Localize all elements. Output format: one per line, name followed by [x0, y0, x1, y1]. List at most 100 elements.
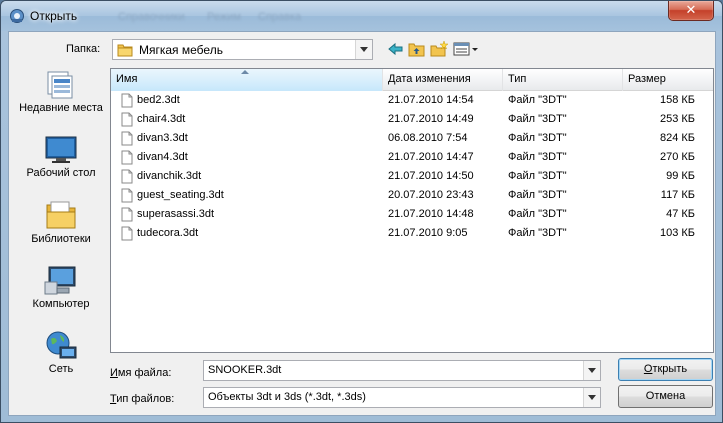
place-computer[interactable]: Компьютер [16, 264, 106, 311]
file-row[interactable]: bed2.3dt 21.07.2010 14:54 Файл "3DT" 158 КБ [111, 91, 713, 110]
file-size: 253 КБ [659, 113, 695, 125]
place-label: Недавние места [19, 102, 103, 114]
column-header-size[interactable]: Размер [623, 69, 713, 91]
file-type: Файл "3DT" [508, 132, 567, 144]
file-type: Файл "3DT" [508, 170, 567, 182]
file-type: Файл "3DT" [508, 227, 567, 239]
file-date: 21.07.2010 14:54 [388, 94, 474, 106]
file-size: 117 КБ [660, 189, 695, 201]
file-icon [121, 131, 133, 146]
file-type: Файл "3DT" [508, 113, 567, 125]
file-name: tudecora.3dt [121, 226, 198, 241]
file-name: guest_seating.3dt [121, 188, 224, 203]
place-network[interactable]: Сеть [16, 329, 106, 376]
open-dialog-window: Открыть Справочники Режим Справка ✕ Папк… [0, 0, 723, 423]
file-date: 20.07.2010 23:43 [388, 189, 474, 201]
filetype-value: Объекты 3dt и 3ds (*.3dt, *.3ds) [208, 391, 366, 403]
file-size: 103 КБ [659, 227, 695, 239]
file-size: 47 КБ [666, 208, 695, 220]
back-arrow-icon[interactable] [387, 41, 405, 57]
place-label: Сеть [48, 363, 74, 375]
recent-places-icon [47, 71, 73, 99]
place-label: Библиотеки [31, 233, 91, 245]
file-type: Файл "3DT" [508, 94, 567, 106]
view-menu-icon[interactable] [453, 41, 479, 57]
file-date: 21.07.2010 9:05 [388, 227, 468, 239]
file-date: 21.07.2010 14:47 [388, 151, 474, 163]
folder-icon [117, 44, 133, 57]
file-list[interactable]: Имя Дата изменения Тип Размер bed2.3dt 21… [110, 68, 714, 353]
filename-input[interactable]: SNOOKER.3dt [203, 360, 601, 381]
place-recent[interactable]: Недавние места [16, 68, 106, 115]
filename-label: Имя файла: [110, 367, 172, 379]
file-row[interactable]: divan4.3dt 21.07.2010 14:47 Файл "3DT" 270 … [111, 148, 713, 167]
column-header-date[interactable]: Дата изменения [383, 69, 503, 91]
network-icon [46, 331, 77, 359]
file-name: superasassi.3dt [121, 207, 214, 222]
file-row[interactable]: guest_seating.3dt 20.07.2010 23:43 Файл "3… [111, 186, 713, 205]
title-bar[interactable]: Открыть Справочники Режим Справка ✕ [1, 1, 722, 31]
file-icon [121, 112, 133, 127]
file-icon [121, 150, 133, 165]
window-title: Открыть [30, 9, 78, 23]
file-rows: bed2.3dt 21.07.2010 14:54 Файл "3DT" 158 КБ… [111, 91, 713, 243]
file-date: 21.07.2010 14:48 [388, 208, 474, 220]
open-button[interactable]: Открыть [618, 358, 713, 381]
column-header-type[interactable]: Тип [503, 69, 623, 91]
file-row[interactable]: divanchik.3dt 21.07.2010 14:50 Файл "3DT" 9… [111, 167, 713, 186]
up-folder-icon[interactable] [408, 41, 426, 57]
app-icon [10, 9, 24, 23]
ghost-menu-item: Справочники [118, 11, 185, 23]
file-name: chair4.3dt [121, 112, 185, 127]
ghost-menu-item: Режим [207, 11, 241, 23]
file-icon [121, 226, 133, 241]
file-icon [121, 169, 133, 184]
desktop-icon [45, 136, 77, 163]
chevron-down-icon[interactable] [583, 361, 600, 380]
close-icon: ✕ [685, 2, 697, 17]
file-size: 270 КБ [659, 151, 695, 163]
dialog-client-area: Папка: Мягкая мебель Недавние места Рабо… [8, 31, 716, 416]
place-libraries[interactable]: Библиотеки [16, 199, 106, 246]
column-header-row: Имя Дата изменения Тип Размер [111, 69, 713, 91]
file-size: 158 КБ [659, 94, 695, 106]
ghost-menu-item: Справка [258, 11, 302, 23]
computer-icon [44, 266, 76, 295]
file-row[interactable]: tudecora.3dt 21.07.2010 9:05 Файл "3DT" 103… [111, 224, 713, 243]
folder-select[interactable]: Мягкая мебель [112, 39, 373, 60]
file-size: 824 КБ [659, 132, 695, 144]
file-name: divan3.3dt [121, 131, 188, 146]
libraries-icon [46, 201, 76, 229]
place-desktop[interactable]: Рабочий стол [16, 135, 106, 180]
file-name: bed2.3dt [121, 93, 180, 108]
file-name: divan4.3dt [121, 150, 188, 165]
file-icon [121, 93, 133, 108]
new-folder-icon[interactable] [430, 41, 448, 57]
file-type: Файл "3DT" [508, 189, 567, 201]
folder-value: Мягкая мебель [139, 43, 223, 57]
places-bar: Недавние места Рабочий стол Библиотеки К… [16, 68, 106, 407]
filetype-select[interactable]: Объекты 3dt и 3ds (*.3dt, *.3ds) [203, 387, 601, 408]
chevron-down-icon[interactable] [583, 388, 600, 407]
close-button[interactable]: ✕ [668, 1, 714, 21]
place-label: Компьютер [32, 298, 90, 310]
file-name: divanchik.3dt [121, 169, 201, 184]
file-date: 21.07.2010 14:49 [388, 113, 474, 125]
file-date: 06.08.2010 7:54 [388, 132, 468, 144]
file-row[interactable]: superasassi.3dt 21.07.2010 14:48 Файл "3DT… [111, 205, 713, 224]
filetype-label: Тип файлов: [110, 393, 175, 405]
file-row[interactable]: chair4.3dt 21.07.2010 14:49 Файл "3DT" 253 … [111, 110, 713, 129]
file-icon [121, 188, 133, 203]
file-size: 99 КБ [666, 170, 695, 182]
folder-label: Папка: [66, 43, 101, 55]
column-header-name[interactable]: Имя [111, 69, 383, 91]
sort-ascending-icon [241, 70, 249, 74]
filename-value: SNOOKER.3dt [208, 364, 282, 376]
file-date: 21.07.2010 14:50 [388, 170, 474, 182]
file-row[interactable]: divan3.3dt 06.08.2010 7:54 Файл "3DT" 824 К… [111, 129, 713, 148]
cancel-button[interactable]: Отмена [618, 385, 713, 408]
file-type: Файл "3DT" [508, 208, 567, 220]
file-icon [121, 207, 133, 222]
chevron-down-icon[interactable] [355, 40, 372, 59]
place-label: Рабочий стол [26, 167, 96, 179]
